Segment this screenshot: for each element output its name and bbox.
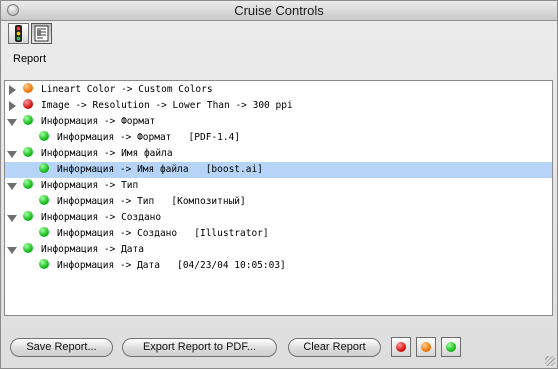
- tree-row-label: Image -> Resolution -> Lower Than -> 300…: [41, 100, 293, 111]
- tree-item-row[interactable]: Информация -> Формат [PDF-1.4]: [5, 130, 552, 146]
- tree-item-row[interactable]: Информация -> Создано [Illustrator]: [5, 226, 552, 242]
- tree-item-row[interactable]: Информация -> Дата [04/23/04 10:05:03]: [5, 258, 552, 274]
- tree-row-label: Информация -> Создано: [41, 212, 162, 223]
- green-status-icon: [39, 195, 49, 205]
- filter-red-button[interactable]: [391, 337, 411, 357]
- tree-row-label: Информация -> Дата [04/23/04 10:05:03]: [57, 260, 286, 271]
- tree-group-row[interactable]: Информация -> Имя файла: [5, 146, 552, 162]
- tree-group-row[interactable]: Информация -> Формат: [5, 114, 552, 130]
- disclosure-triangle-expanded-icon[interactable]: [7, 247, 17, 254]
- tree-row-label: Информация -> Формат [PDF-1.4]: [57, 132, 241, 143]
- green-light-icon: [446, 342, 456, 352]
- tree-item-row[interactable]: Информация -> Тип [Композитный]: [5, 194, 552, 210]
- disclosure-triangle-collapsed-icon[interactable]: [9, 101, 16, 111]
- green-status-icon: [23, 211, 33, 221]
- red-light-icon: [396, 342, 406, 352]
- clear-report-button[interactable]: Clear Report: [288, 338, 381, 357]
- tree-row-label: Информация -> Тип: [41, 180, 139, 191]
- window-title: Cruise Controls: [234, 3, 324, 18]
- orange-status-icon: [23, 83, 33, 93]
- tree-row-label: Lineart Color -> Custom Colors: [41, 84, 213, 95]
- green-status-icon: [23, 179, 33, 189]
- export-report-to-pdf-button[interactable]: Export Report to PDF...: [122, 338, 277, 357]
- red-status-icon: [23, 99, 33, 109]
- orange-light-icon: [421, 342, 431, 352]
- title-bar[interactable]: Cruise Controls: [1, 1, 557, 21]
- traffic-light-icon: [15, 25, 22, 42]
- tree-row-label: Информация -> Тип [Композитный]: [57, 196, 246, 207]
- tree-row-label: Информация -> Создано [Illustrator]: [57, 228, 269, 239]
- disclosure-triangle-expanded-icon[interactable]: [7, 183, 17, 190]
- green-status-icon: [39, 259, 49, 269]
- green-status-icon: [23, 115, 33, 125]
- cruise-controls-window: Cruise Controls Report Lineart Color -> …: [0, 0, 558, 369]
- tree-group-row[interactable]: Информация -> Создано: [5, 210, 552, 226]
- disclosure-triangle-expanded-icon[interactable]: [7, 119, 17, 126]
- report-icon: [34, 25, 49, 42]
- disclosure-triangle-expanded-icon[interactable]: [7, 215, 17, 222]
- save-report-button[interactable]: Save Report...: [10, 338, 113, 357]
- disclosure-triangle-expanded-icon[interactable]: [7, 151, 17, 158]
- report-tree[interactable]: Lineart Color -> Custom Colors Image -> R…: [4, 80, 553, 316]
- tree-row-label: Информация -> Имя файла: [41, 148, 173, 159]
- toolbar-report-label: Report: [13, 53, 47, 65]
- tree-row-label: Информация -> Имя файла [boost.ai]: [57, 164, 263, 175]
- disclosure-triangle-collapsed-icon[interactable]: [9, 85, 16, 95]
- report-button[interactable]: [31, 23, 52, 44]
- filter-green-button[interactable]: [441, 337, 461, 357]
- tree-row-label: Информация -> Дата: [41, 244, 144, 255]
- traffic-light-button[interactable]: [8, 23, 29, 44]
- tree-row-label: Информация -> Формат: [41, 116, 156, 127]
- green-status-icon: [39, 131, 49, 141]
- green-status-icon: [23, 147, 33, 157]
- green-status-icon: [23, 243, 33, 253]
- resize-grip[interactable]: [545, 356, 555, 366]
- green-status-icon: [39, 227, 49, 237]
- tree-item-row[interactable]: Информация -> Имя файла [boost.ai]: [5, 162, 552, 178]
- tree-group-row[interactable]: Информация -> Дата: [5, 242, 552, 258]
- green-status-icon: [39, 163, 49, 173]
- tree-group-row[interactable]: Lineart Color -> Custom Colors: [5, 82, 552, 98]
- filter-orange-button[interactable]: [416, 337, 436, 357]
- tree-group-row[interactable]: Информация -> Тип: [5, 178, 552, 194]
- tree-group-row[interactable]: Image -> Resolution -> Lower Than -> 300…: [5, 98, 552, 114]
